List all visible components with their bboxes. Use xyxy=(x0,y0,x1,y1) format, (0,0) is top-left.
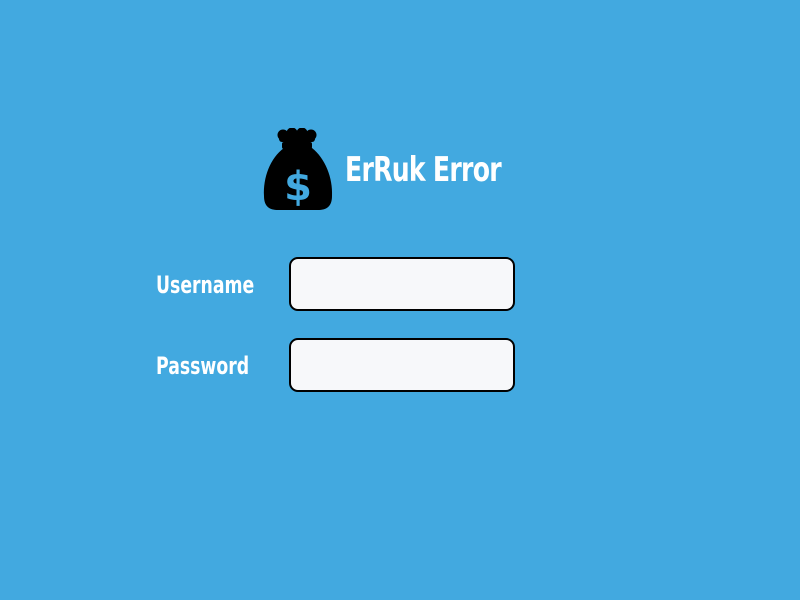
app-title: ErRuk Error xyxy=(345,150,502,190)
username-input[interactable] xyxy=(289,257,515,311)
password-input[interactable] xyxy=(289,338,515,392)
password-label: Password xyxy=(156,352,250,380)
username-label: Username xyxy=(156,271,255,299)
svg-text:$: $ xyxy=(284,164,312,210)
money-bag-icon: $ xyxy=(262,128,334,212)
